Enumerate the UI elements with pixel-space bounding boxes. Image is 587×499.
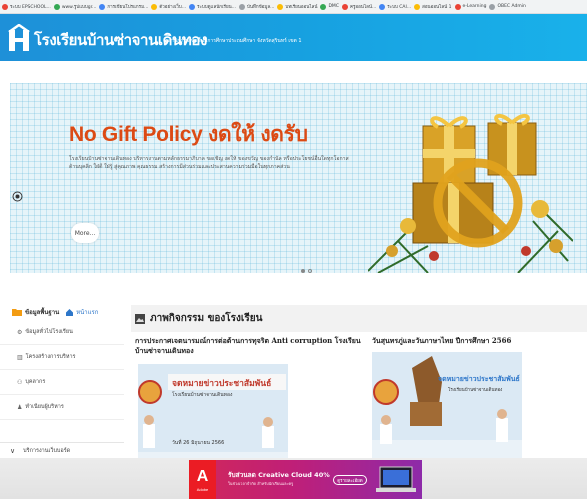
people-icon: ⚇ xyxy=(17,378,23,386)
bookmark-item[interactable]: สอนออนไลน์ 1 xyxy=(414,3,452,10)
sidebar-menu: ⚙ ข้อมูลทั่วไปโรงเรียน ▥ โครงสร้างการบริหาร… xyxy=(0,320,124,420)
bookmark-item[interactable]: บันทึกข้อมูล... xyxy=(238,3,275,10)
banner-title: No Gift Policy งดให้ งดรับ xyxy=(69,123,308,146)
bookmark-favicon-icon xyxy=(53,3,60,10)
bookmark-favicon-icon xyxy=(277,3,284,10)
ad-cta-button[interactable]: ดูรายละเอียด xyxy=(333,475,367,485)
bookmark-label: www.รูปแบบgr... xyxy=(61,5,97,10)
home-link[interactable]: หน้าแรก xyxy=(76,307,98,317)
ad-subtext: ในช่วงเวลาจำกัด สำหรับนักเรียนและครู xyxy=(228,481,294,486)
sidebar-item[interactable]: ⚇ บุคลากร xyxy=(0,370,124,395)
bookmark-label: บันทึกข้อมูล... xyxy=(246,5,275,10)
bookmark-favicon-icon xyxy=(189,3,196,10)
news-thumbnail[interactable]: จดหมายข่าวประชาสัมพันธ์ โรงเรียนบ้านซ่าจ… xyxy=(372,352,522,460)
bookmark-label: การเขียนโปรแกรม... xyxy=(107,5,149,10)
news-thumbnail[interactable]: จดหมายข่าวประชาสัมพันธ์ โรงเรียนบ้านซ่าจ… xyxy=(138,364,288,472)
gift-illustration xyxy=(368,113,573,273)
home-icon[interactable] xyxy=(66,308,74,316)
hero-banner: No Gift Policy งดให้ งดรับ โรงเรียนบ้านซ… xyxy=(10,83,587,273)
bookmark-item[interactable]: ครูออนไลน์... xyxy=(341,3,377,10)
adobe-logo-icon: A Adobe xyxy=(189,460,216,499)
sidebar-header: ข้อมูลพื้นฐาน หน้าแรก xyxy=(12,307,98,317)
sidebar-dropdown[interactable]: ∨ บริการงานเว็บบอร์ด xyxy=(0,442,124,458)
sidebar-heading: ข้อมูลพื้นฐาน xyxy=(25,309,60,316)
laptop-icon xyxy=(376,466,416,492)
sidebar-item-label: โครงสร้างการบริหาร xyxy=(25,354,76,360)
bookmark-label: ระบบ EPSCHOOL... xyxy=(10,5,51,10)
bookmark-label: ตัวอย่างเว็บ... xyxy=(159,5,187,10)
ad-headline: รับส่วนลด Creative Cloud 40% xyxy=(228,471,330,479)
bookmark-item[interactable]: DMC xyxy=(320,3,339,10)
advertisement[interactable]: A Adobe รับส่วนลด Creative Cloud 40% ในช… xyxy=(189,460,422,499)
chevron-down-icon: ∨ xyxy=(10,446,16,455)
thumbnail-date: วันที่ 26 มิถุนายน 2566 xyxy=(172,440,225,446)
school-logo-icon[interactable] xyxy=(8,24,30,52)
site-header: โรงเรียนบ้านซ่าจานเดินทอง สำนักงานเขตพื้… xyxy=(0,14,587,61)
sidebar-item-label: ข้อมูลทั่วไปโรงเรียน xyxy=(25,329,73,335)
slider-prev-icon[interactable] xyxy=(12,191,23,202)
chart-icon: ▥ xyxy=(17,353,23,361)
bookmark-item[interactable]: การเขียนโปรแกรม... xyxy=(99,3,148,10)
bookmark-favicon-icon xyxy=(379,3,386,10)
sidebar-item-label: ทำเนียบผู้บริหาร xyxy=(25,404,64,410)
bookmark-item[interactable]: www.รูปแบบgr... xyxy=(53,3,97,10)
sidebar-item-label: บุคลากร xyxy=(25,379,46,385)
bookmark-label: e-Learning xyxy=(462,4,487,9)
bookmark-favicon-icon xyxy=(238,3,245,10)
sidebar-item[interactable]: ▥ โครงสร้างการบริหาร xyxy=(0,345,124,370)
activities-title: ภาพกิจกรรม ของโรงเรียน xyxy=(150,313,263,324)
activities-header: ภาพกิจกรรม ของโรงเรียน xyxy=(131,305,587,332)
thumbnail-banner-text: จดหมายข่าวประชาสัมพันธ์ xyxy=(172,379,272,389)
bookmark-favicon-icon xyxy=(489,3,496,10)
sidebar-item[interactable]: ♟ ทำเนียบผู้บริหาร xyxy=(0,395,124,420)
bookmark-item[interactable]: ระบบ CAI... xyxy=(379,3,411,10)
bookmark-favicon-icon xyxy=(454,3,461,10)
ad-brand-sub: Adobe xyxy=(196,486,209,492)
folder-icon xyxy=(12,309,22,316)
bookmark-favicon-icon xyxy=(99,3,106,10)
bookmark-item[interactable]: ตัวอย่างเว็บ... xyxy=(151,3,186,10)
news-headline[interactable]: การประกาศเจตนารมณ์การต่อต้านการทุจริต An… xyxy=(135,336,370,356)
bookmark-item[interactable]: OBEC Admin xyxy=(489,3,526,10)
gear-icon: ⚙ xyxy=(17,328,23,336)
thumbnail-banner-text: จดหมายข่าวประชาสัมพันธ์ xyxy=(438,375,520,383)
bookmark-favicon-icon xyxy=(151,3,158,10)
bookmark-label: สอนออนไลน์ 1 xyxy=(422,5,452,10)
banner-text: โรงเรียนบ้านซ่าจานเดินทอง บริหารงานตามหล… xyxy=(69,156,349,170)
bookmark-favicon-icon xyxy=(2,3,8,10)
news-item[interactable]: การประกาศเจตนารมณ์การต่อต้านการทุจริต An… xyxy=(135,336,370,356)
thumbnail-art xyxy=(372,352,522,460)
news-headline[interactable]: วันสุนทรภู่และวันภาษาไทย ปีการศึกษา 2566 xyxy=(372,336,587,346)
thumbnail-banner-sub: โรงเรียนบ้านซ่าจานเดินทอง xyxy=(448,388,503,393)
bookmark-item[interactable]: ระบบดูแลนักเรียน... xyxy=(189,3,236,10)
bookmark-label: ระบบ CAI... xyxy=(387,5,412,10)
bookmark-favicon-icon xyxy=(320,3,327,10)
sidebar-item[interactable]: ⚙ ข้อมูลทั่วไปโรงเรียน xyxy=(0,320,124,345)
bookmark-label: ระบบดูแลนักเรียน... xyxy=(197,5,236,10)
bookmark-favicon-icon xyxy=(414,3,421,10)
bookmark-favicon-icon xyxy=(341,3,348,10)
bookmark-item[interactable]: e-Learning xyxy=(454,3,487,10)
slider-dot[interactable] xyxy=(308,269,312,273)
slider-dots xyxy=(301,269,312,273)
sidebar-dropdown-label: บริการงานเว็บบอร์ด xyxy=(23,447,71,454)
gallery-icon xyxy=(135,313,145,324)
slider-dot[interactable] xyxy=(301,269,305,273)
ad-brand: A xyxy=(196,467,209,485)
bookmark-label: DMC xyxy=(328,4,339,9)
person-icon: ♟ xyxy=(17,403,23,411)
bookmark-label: OBEC Admin xyxy=(497,4,526,9)
bookmark-label: บทเรียนออนไลน์ xyxy=(285,5,318,10)
bookmark-label: ครูออนไลน์... xyxy=(349,5,377,10)
news-item[interactable]: วันสุนทรภู่และวันภาษาไทย ปีการศึกษา 2566 xyxy=(372,336,587,346)
more-button[interactable]: More... xyxy=(71,223,99,243)
thumbnail-banner-sub: โรงเรียนบ้านซ่าจานเดินทอง xyxy=(172,392,233,398)
bookmarks-bar: ระบบ EPSCHOOL... www.รูปแบบgr... การเขียนโ… xyxy=(0,0,587,14)
bookmark-item[interactable]: บทเรียนออนไลน์ xyxy=(277,3,317,10)
bookmark-item[interactable]: ระบบ EPSCHOOL... xyxy=(2,3,51,10)
school-address: สำนักงานเขตพื้นที่การศึกษาประถมศึกษา จัง… xyxy=(168,38,302,44)
